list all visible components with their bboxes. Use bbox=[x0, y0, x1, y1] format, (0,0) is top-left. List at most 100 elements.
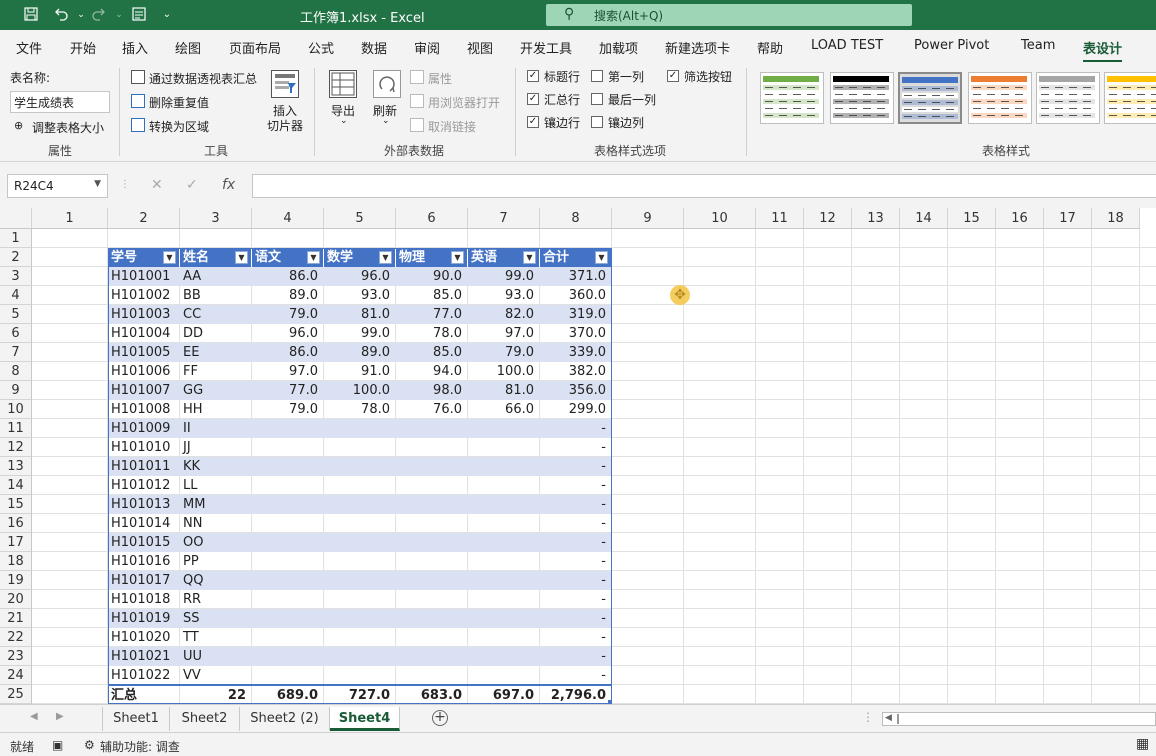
table-cell[interactable] bbox=[324, 457, 396, 476]
table-cell[interactable] bbox=[252, 609, 324, 628]
banded-rows-checkbox[interactable]: ✓ bbox=[527, 116, 539, 128]
table-cell[interactable]: 299.0 bbox=[540, 400, 612, 419]
table-cell[interactable]: H101014 bbox=[108, 514, 180, 533]
table-cell[interactable]: EE bbox=[180, 343, 252, 362]
table-cell[interactable] bbox=[468, 476, 540, 495]
table-cell[interactable]: VV bbox=[180, 666, 252, 685]
enter-icon[interactable]: ✓ bbox=[186, 177, 198, 193]
table-cell[interactable]: - bbox=[540, 533, 612, 552]
table-cell[interactable] bbox=[252, 419, 324, 438]
row-header[interactable]: 20 bbox=[0, 590, 32, 609]
table-style-swatch-gold[interactable] bbox=[1104, 72, 1156, 124]
row-header[interactable]: 5 bbox=[0, 305, 32, 324]
column-header[interactable]: 9 bbox=[612, 208, 684, 229]
add-sheet-button[interactable]: + bbox=[432, 710, 448, 726]
row-header[interactable]: 22 bbox=[0, 628, 32, 647]
column-header[interactable]: 7 bbox=[468, 208, 540, 229]
column-header[interactable]: 2 bbox=[108, 208, 180, 229]
table-cell[interactable]: - bbox=[540, 666, 612, 685]
table-cell[interactable]: H101021 bbox=[108, 647, 180, 666]
row-header[interactable]: 1 bbox=[0, 229, 32, 248]
filter-button-checkbox[interactable]: ✓ bbox=[667, 70, 679, 82]
row-header[interactable]: 4 bbox=[0, 286, 32, 305]
total-row-cell[interactable]: 汇总 bbox=[108, 684, 180, 703]
row-header[interactable]: 14 bbox=[0, 476, 32, 495]
tab-load-test[interactable]: LOAD TEST bbox=[811, 38, 883, 53]
table-cell[interactable]: CC bbox=[180, 305, 252, 324]
table-cell[interactable] bbox=[324, 514, 396, 533]
table-cell[interactable]: 96.0 bbox=[252, 324, 324, 343]
table-cell[interactable] bbox=[468, 647, 540, 666]
table-cell[interactable]: 97.0 bbox=[468, 324, 540, 343]
select-all-corner[interactable] bbox=[0, 208, 32, 229]
table-header-cell[interactable]: 学号 ▼ bbox=[108, 248, 180, 267]
table-cell[interactable]: H101002 bbox=[108, 286, 180, 305]
tab-split-handle-icon[interactable]: ⋮ bbox=[862, 710, 874, 724]
table-cell[interactable] bbox=[324, 438, 396, 457]
column-header[interactable]: 16 bbox=[996, 208, 1044, 229]
row-header[interactable]: 24 bbox=[0, 666, 32, 685]
row-header[interactable]: 23 bbox=[0, 647, 32, 666]
column-header[interactable]: 12 bbox=[804, 208, 852, 229]
tab-insert[interactable]: 插入 bbox=[122, 38, 148, 57]
table-cell[interactable] bbox=[324, 647, 396, 666]
table-cell[interactable]: - bbox=[540, 438, 612, 457]
row-header[interactable]: 25 bbox=[0, 685, 32, 704]
horizontal-scrollbar[interactable]: ◀ bbox=[882, 712, 1156, 726]
table-cell[interactable]: PP bbox=[180, 552, 252, 571]
header-row-checkbox[interactable]: ✓ bbox=[527, 70, 539, 82]
column-header[interactable]: 3 bbox=[180, 208, 252, 229]
table-cell[interactable] bbox=[324, 419, 396, 438]
accessibility-status[interactable]: 辅助功能: 调查 bbox=[100, 738, 180, 755]
sheet-tab-sheet4[interactable]: Sheet4 bbox=[330, 707, 400, 731]
table-name-input[interactable] bbox=[10, 91, 110, 113]
table-cell[interactable] bbox=[324, 628, 396, 647]
table-cell[interactable]: 98.0 bbox=[396, 381, 468, 400]
table-cell[interactable]: 86.0 bbox=[252, 267, 324, 286]
table-cell[interactable]: 93.0 bbox=[468, 286, 540, 305]
table-cell[interactable] bbox=[396, 571, 468, 590]
table-cell[interactable] bbox=[396, 514, 468, 533]
table-cell[interactable] bbox=[396, 666, 468, 685]
table-cell[interactable] bbox=[468, 609, 540, 628]
undo-icon[interactable] bbox=[52, 6, 70, 24]
table-cell[interactable]: SS bbox=[180, 609, 252, 628]
row-header[interactable]: 8 bbox=[0, 362, 32, 381]
table-cell[interactable]: 85.0 bbox=[396, 343, 468, 362]
table-cell[interactable] bbox=[396, 590, 468, 609]
table-style-swatch-blue[interactable] bbox=[898, 72, 962, 124]
table-cell[interactable]: 382.0 bbox=[540, 362, 612, 381]
tab-new-tab[interactable]: 新建选项卡 bbox=[665, 38, 730, 57]
row-header[interactable]: 17 bbox=[0, 533, 32, 552]
table-cell[interactable]: H101007 bbox=[108, 381, 180, 400]
tab-team[interactable]: Team bbox=[1021, 38, 1055, 53]
table-cell[interactable]: GG bbox=[180, 381, 252, 400]
open-in-browser-button[interactable]: 用浏览器打开 bbox=[428, 94, 500, 111]
table-cell[interactable]: 94.0 bbox=[396, 362, 468, 381]
table-cell[interactable]: - bbox=[540, 552, 612, 571]
column-header[interactable]: 14 bbox=[900, 208, 948, 229]
table-cell[interactable] bbox=[468, 438, 540, 457]
table-cell[interactable]: H101013 bbox=[108, 495, 180, 514]
table-cell[interactable]: 91.0 bbox=[324, 362, 396, 381]
table-cell[interactable] bbox=[396, 419, 468, 438]
table-cell[interactable] bbox=[324, 476, 396, 495]
filter-dropdown-icon[interactable]: ▼ bbox=[235, 251, 248, 264]
table-cell[interactable]: H101005 bbox=[108, 343, 180, 362]
summarize-pivot-button[interactable]: 通过数据透视表汇总 bbox=[149, 70, 257, 87]
normal-view-icon[interactable]: ▦ bbox=[1136, 736, 1149, 752]
table-cell[interactable]: 370.0 bbox=[540, 324, 612, 343]
table-cell[interactable]: 79.0 bbox=[252, 305, 324, 324]
table-cell[interactable] bbox=[396, 628, 468, 647]
table-header-cell[interactable]: 英语 ▼ bbox=[468, 248, 540, 267]
export-dropdown-icon[interactable]: ⌄ bbox=[340, 116, 348, 126]
unlink-button[interactable]: 取消链接 bbox=[428, 118, 476, 135]
table-cell[interactable]: KK bbox=[180, 457, 252, 476]
tab-draw[interactable]: 绘图 bbox=[175, 38, 201, 57]
table-cell[interactable]: H101003 bbox=[108, 305, 180, 324]
table-cell[interactable] bbox=[252, 457, 324, 476]
table-cell[interactable] bbox=[324, 552, 396, 571]
table-cell[interactable]: H101011 bbox=[108, 457, 180, 476]
table-cell[interactable]: MM bbox=[180, 495, 252, 514]
table-cell[interactable]: JJ bbox=[180, 438, 252, 457]
